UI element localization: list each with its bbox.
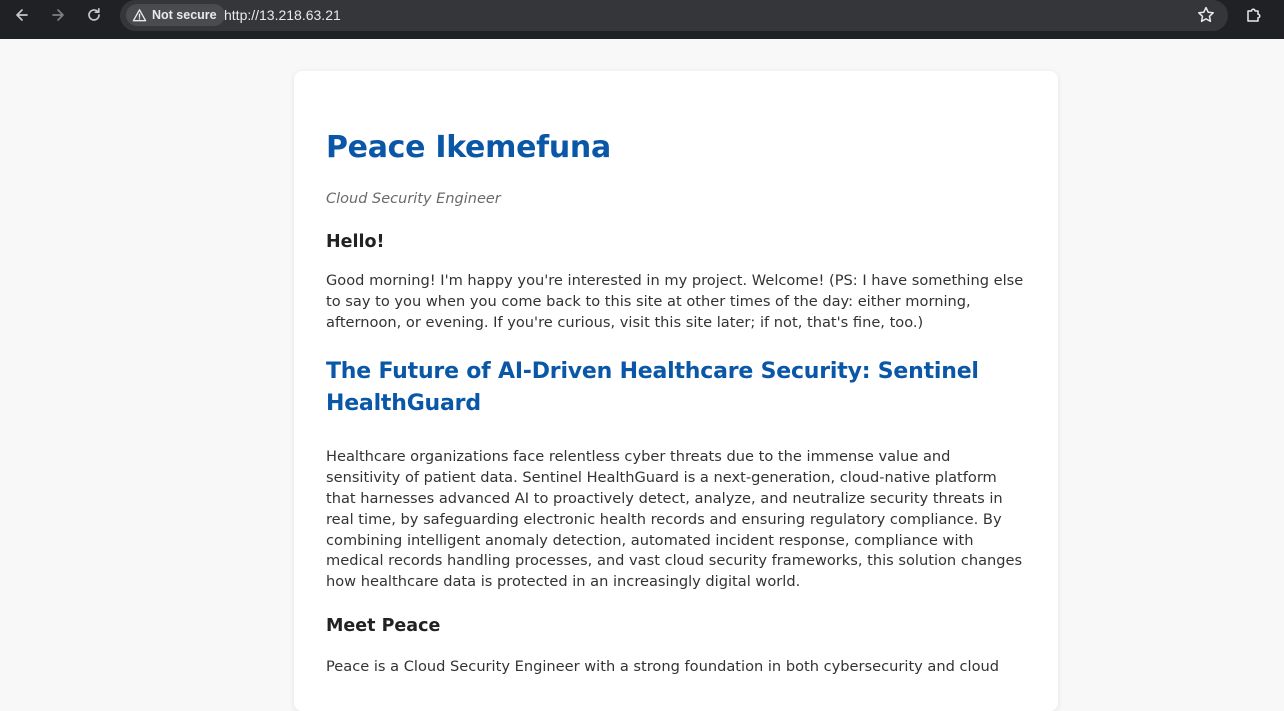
address-bar[interactable]: Not secure http://13.218.63.21 — [120, 0, 1228, 31]
meet-heading: Meet Peace — [326, 615, 441, 636]
hello-heading: Hello! — [326, 232, 385, 252]
project-description: Healthcare organizations face relentless… — [326, 448, 1023, 591]
star-icon[interactable] — [1196, 5, 1216, 25]
job-title: Cloud Security Engineer — [326, 191, 501, 207]
security-label: Not secure — [152, 8, 217, 22]
content-card: Peace Ikemefuna Cloud Security Engineer … — [294, 71, 1058, 711]
reload-button[interactable] — [79, 4, 109, 26]
browser-toolbar: Not secure http://13.218.63.21 — [0, 0, 1284, 39]
forward-arrow-icon — [52, 9, 64, 21]
project-title: The Future of AI-Driven Healthcare Secur… — [326, 359, 979, 417]
back-button[interactable] — [7, 4, 37, 26]
bio-paragraph: Peace is a Cloud Security Engineer with … — [326, 657, 1000, 675]
greeting-paragraph: Good morning! I'm happy you're intereste… — [326, 272, 1024, 331]
forward-button[interactable] — [43, 4, 73, 26]
reload-icon — [88, 7, 100, 21]
warning-triangle-icon — [132, 8, 147, 21]
extensions-puzzle-icon[interactable] — [1244, 5, 1264, 25]
security-indicator[interactable]: Not secure — [126, 4, 225, 26]
url-text[interactable]: http://13.218.63.21 — [224, 7, 341, 23]
page-title: Peace Ikemefuna — [326, 130, 611, 165]
back-arrow-icon — [16, 9, 28, 21]
